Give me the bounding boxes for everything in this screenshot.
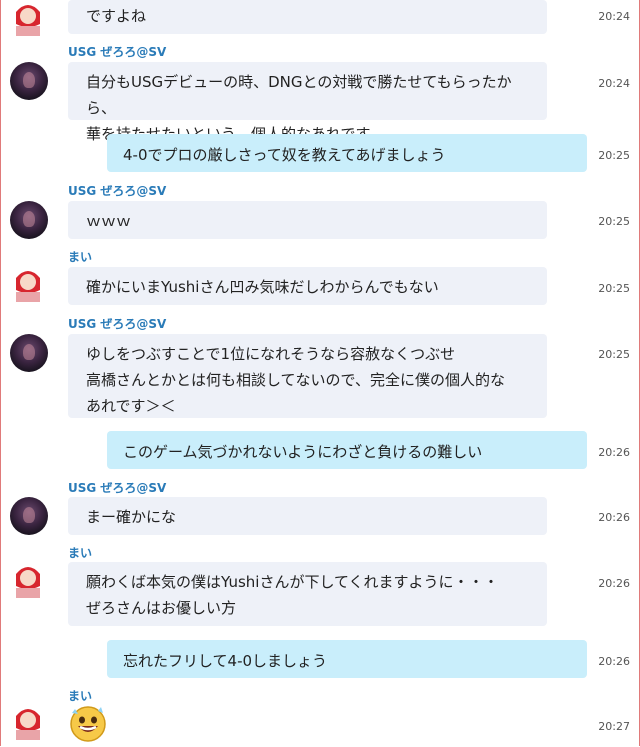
timestamp: 20:24	[598, 10, 630, 23]
message-bubble: まー確かにな	[68, 497, 547, 535]
message-bubble-outgoing: 忘れたフリして4-0しましょう	[107, 640, 587, 678]
timestamp: 20:26	[598, 577, 630, 590]
message-bubble: ですよね	[68, 0, 547, 34]
grinning-sweat-emoji-icon	[68, 703, 108, 743]
sender-name: まい	[68, 250, 93, 264]
timestamp: 20:25	[598, 149, 630, 162]
avatar[interactable]	[10, 562, 46, 604]
message-bubble: ｗｗｗ	[68, 201, 547, 239]
message-bubble-outgoing: このゲーム気づかれないようにわざと負けるの難しい	[107, 431, 587, 469]
timestamp: 20:25	[598, 348, 630, 361]
sender-name: USG ぜろろ@SV	[68, 45, 167, 59]
timestamp: 20:26	[598, 446, 630, 459]
timestamp: 20:26	[598, 655, 630, 668]
timestamp: 20:25	[598, 215, 630, 228]
message-bubble-outgoing: 4-0でプロの厳しさって奴を教えてあげましょう	[107, 134, 587, 172]
sender-name: まい	[68, 546, 93, 560]
sender-name: USG ぜろろ@SV	[68, 481, 167, 495]
avatar[interactable]	[10, 334, 48, 372]
sender-name: まい	[68, 689, 93, 703]
sender-name: USG ぜろろ@SV	[68, 184, 167, 198]
avatar[interactable]	[10, 201, 48, 239]
timestamp: 20:24	[598, 77, 630, 90]
timestamp: 20:27	[598, 720, 630, 733]
message-bubble: 願わくば本気の僕はYushiさんが下してくれますように・・・ ぜろさんはお優しい…	[68, 562, 547, 626]
avatar[interactable]	[10, 497, 48, 535]
message-bubble: 自分もUSGデビューの時、DNGとの対戦で勝たせてもらったから、 華を持たせたい…	[68, 62, 547, 143]
timestamp: 20:25	[598, 282, 630, 295]
avatar[interactable]	[10, 0, 46, 42]
avatar[interactable]	[10, 704, 46, 746]
avatar[interactable]	[10, 62, 48, 100]
message-bubble: 確かにいまYushiさん凹み気味だしわからんでもない	[68, 267, 547, 305]
avatar[interactable]	[10, 266, 46, 308]
sender-name: USG ぜろろ@SV	[68, 317, 167, 331]
message-bubble: ゆしをつぶすことで1位になれそうなら容赦なくつぶせ 高橋さんとかとは何も相談して…	[68, 334, 547, 418]
timestamp: 20:26	[598, 511, 630, 524]
